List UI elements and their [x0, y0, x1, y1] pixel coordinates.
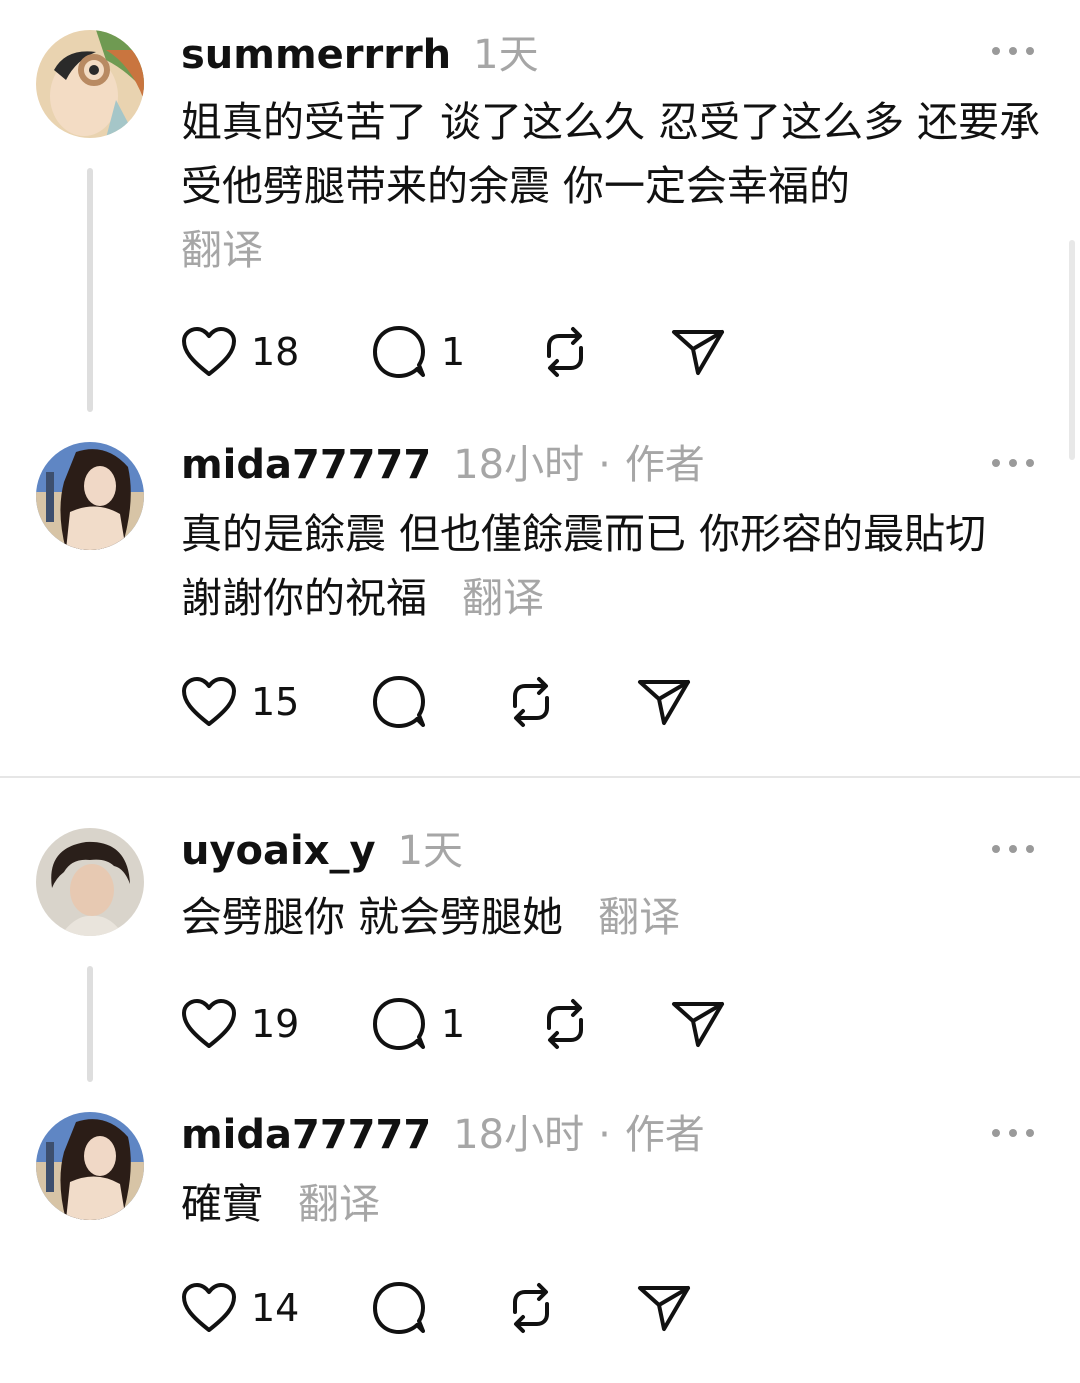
- comment-body: 会劈腿你 就会劈腿她 翻译: [181, 885, 1041, 949]
- reply-button[interactable]: 1: [371, 994, 465, 1054]
- username[interactable]: summerrrrh: [181, 32, 451, 78]
- paper-plane-icon: [672, 1002, 724, 1047]
- like-count: 18: [251, 330, 300, 374]
- comment-header: mida77777 18小时 · 作者: [181, 432, 705, 492]
- avatar[interactable]: [36, 828, 144, 936]
- thread-line: [87, 168, 93, 412]
- timestamp: 18小时: [453, 442, 585, 488]
- heart-icon: [182, 1283, 236, 1332]
- comment-body: 姐真的受苦了 谈了这么久 忍受了这么多 还要承受他劈腿带来的余震 你一定会幸福的…: [181, 90, 1041, 282]
- avatar-photo: [36, 1112, 144, 1220]
- username[interactable]: uyoaix_y: [181, 828, 376, 874]
- comment-text: 会劈腿你 就会劈腿她: [181, 893, 564, 941]
- paper-plane-icon: [638, 1286, 690, 1331]
- like-button[interactable]: 18: [181, 322, 299, 382]
- reply-button[interactable]: [371, 672, 427, 732]
- action-bar: 15: [181, 672, 781, 732]
- timestamp: 1天: [473, 32, 539, 78]
- speech-bubble-icon: [373, 1282, 425, 1334]
- share-button[interactable]: [671, 322, 725, 382]
- translate-link[interactable]: 翻译: [298, 1180, 380, 1228]
- username[interactable]: mida77777: [181, 1112, 431, 1158]
- thread-divider: [0, 776, 1080, 778]
- action-bar: 19 1: [181, 994, 781, 1054]
- thread-line: [87, 966, 93, 1082]
- translate-link[interactable]: 翻译: [598, 893, 680, 941]
- speech-bubble-icon: [373, 676, 425, 728]
- repost-button[interactable]: [503, 1278, 559, 1338]
- heart-icon: [182, 677, 236, 726]
- comment-text: 真的是餘震 但也僅餘震而已 你形容的最貼切 謝謝你的祝福: [181, 510, 987, 622]
- speech-bubble-icon: [373, 326, 425, 378]
- repost-button[interactable]: [503, 672, 559, 732]
- repost-button[interactable]: [537, 322, 593, 382]
- action-bar: 18 1: [181, 322, 781, 382]
- username[interactable]: mida77777: [181, 442, 431, 488]
- comment-header: uyoaix_y 1天: [181, 818, 463, 878]
- comment-body: 真的是餘震 但也僅餘震而已 你形容的最貼切 謝謝你的祝福 翻译: [181, 502, 1021, 630]
- comment-text: 確實: [181, 1180, 263, 1228]
- like-button[interactable]: 19: [181, 994, 299, 1054]
- like-button[interactable]: 15: [181, 672, 299, 732]
- avatar-illustration: [36, 30, 144, 138]
- like-count: 19: [251, 1002, 300, 1046]
- repost-arrows-icon: [513, 677, 549, 727]
- separator-dot: ·: [598, 442, 611, 488]
- like-count: 14: [251, 1286, 300, 1330]
- comment-header: summerrrrh 1天: [181, 22, 539, 82]
- timestamp: 1天: [397, 828, 464, 874]
- author-badge: 作者: [624, 1112, 705, 1158]
- avatar[interactable]: [36, 1112, 144, 1220]
- repost-button[interactable]: [537, 994, 593, 1054]
- paper-plane-icon: [638, 680, 690, 725]
- like-count: 15: [251, 680, 300, 724]
- more-options-icon[interactable]: [992, 1128, 1034, 1138]
- reply-count: 1: [441, 1002, 466, 1046]
- like-button[interactable]: 14: [181, 1278, 299, 1338]
- comment-header: mida77777 18小时 · 作者: [181, 1102, 705, 1162]
- more-options-icon[interactable]: [992, 844, 1034, 854]
- avatar[interactable]: [36, 442, 144, 550]
- reply-count: 1: [441, 330, 466, 374]
- separator-dot: ·: [598, 1112, 611, 1158]
- avatar-photo: [36, 828, 144, 936]
- reply-button[interactable]: [371, 1278, 427, 1338]
- repost-arrows-icon: [547, 999, 583, 1049]
- repost-arrows-icon: [547, 327, 583, 377]
- avatar-photo: [36, 442, 144, 550]
- repost-arrows-icon: [513, 1283, 549, 1333]
- translate-link[interactable]: 翻译: [462, 574, 544, 622]
- share-button[interactable]: [637, 1278, 691, 1338]
- scrollbar[interactable]: [1069, 240, 1075, 460]
- comment-body: 確實 翻译: [181, 1172, 1041, 1236]
- more-options-icon[interactable]: [992, 458, 1034, 468]
- translate-link[interactable]: 翻译: [181, 226, 263, 274]
- speech-bubble-icon: [373, 998, 425, 1050]
- share-button[interactable]: [671, 994, 725, 1054]
- more-options-icon[interactable]: [992, 46, 1034, 56]
- author-badge: 作者: [624, 442, 705, 488]
- heart-icon: [182, 327, 236, 376]
- paper-plane-icon: [672, 330, 724, 375]
- timestamp: 18小时: [453, 1112, 585, 1158]
- comment-text: 姐真的受苦了 谈了这么久 忍受了这么多 还要承受他劈腿带来的余震 你一定会幸福的: [181, 98, 1041, 210]
- avatar[interactable]: [36, 30, 144, 138]
- reply-button[interactable]: 1: [371, 322, 465, 382]
- share-button[interactable]: [637, 672, 691, 732]
- heart-icon: [182, 999, 236, 1048]
- action-bar: 14: [181, 1278, 781, 1338]
